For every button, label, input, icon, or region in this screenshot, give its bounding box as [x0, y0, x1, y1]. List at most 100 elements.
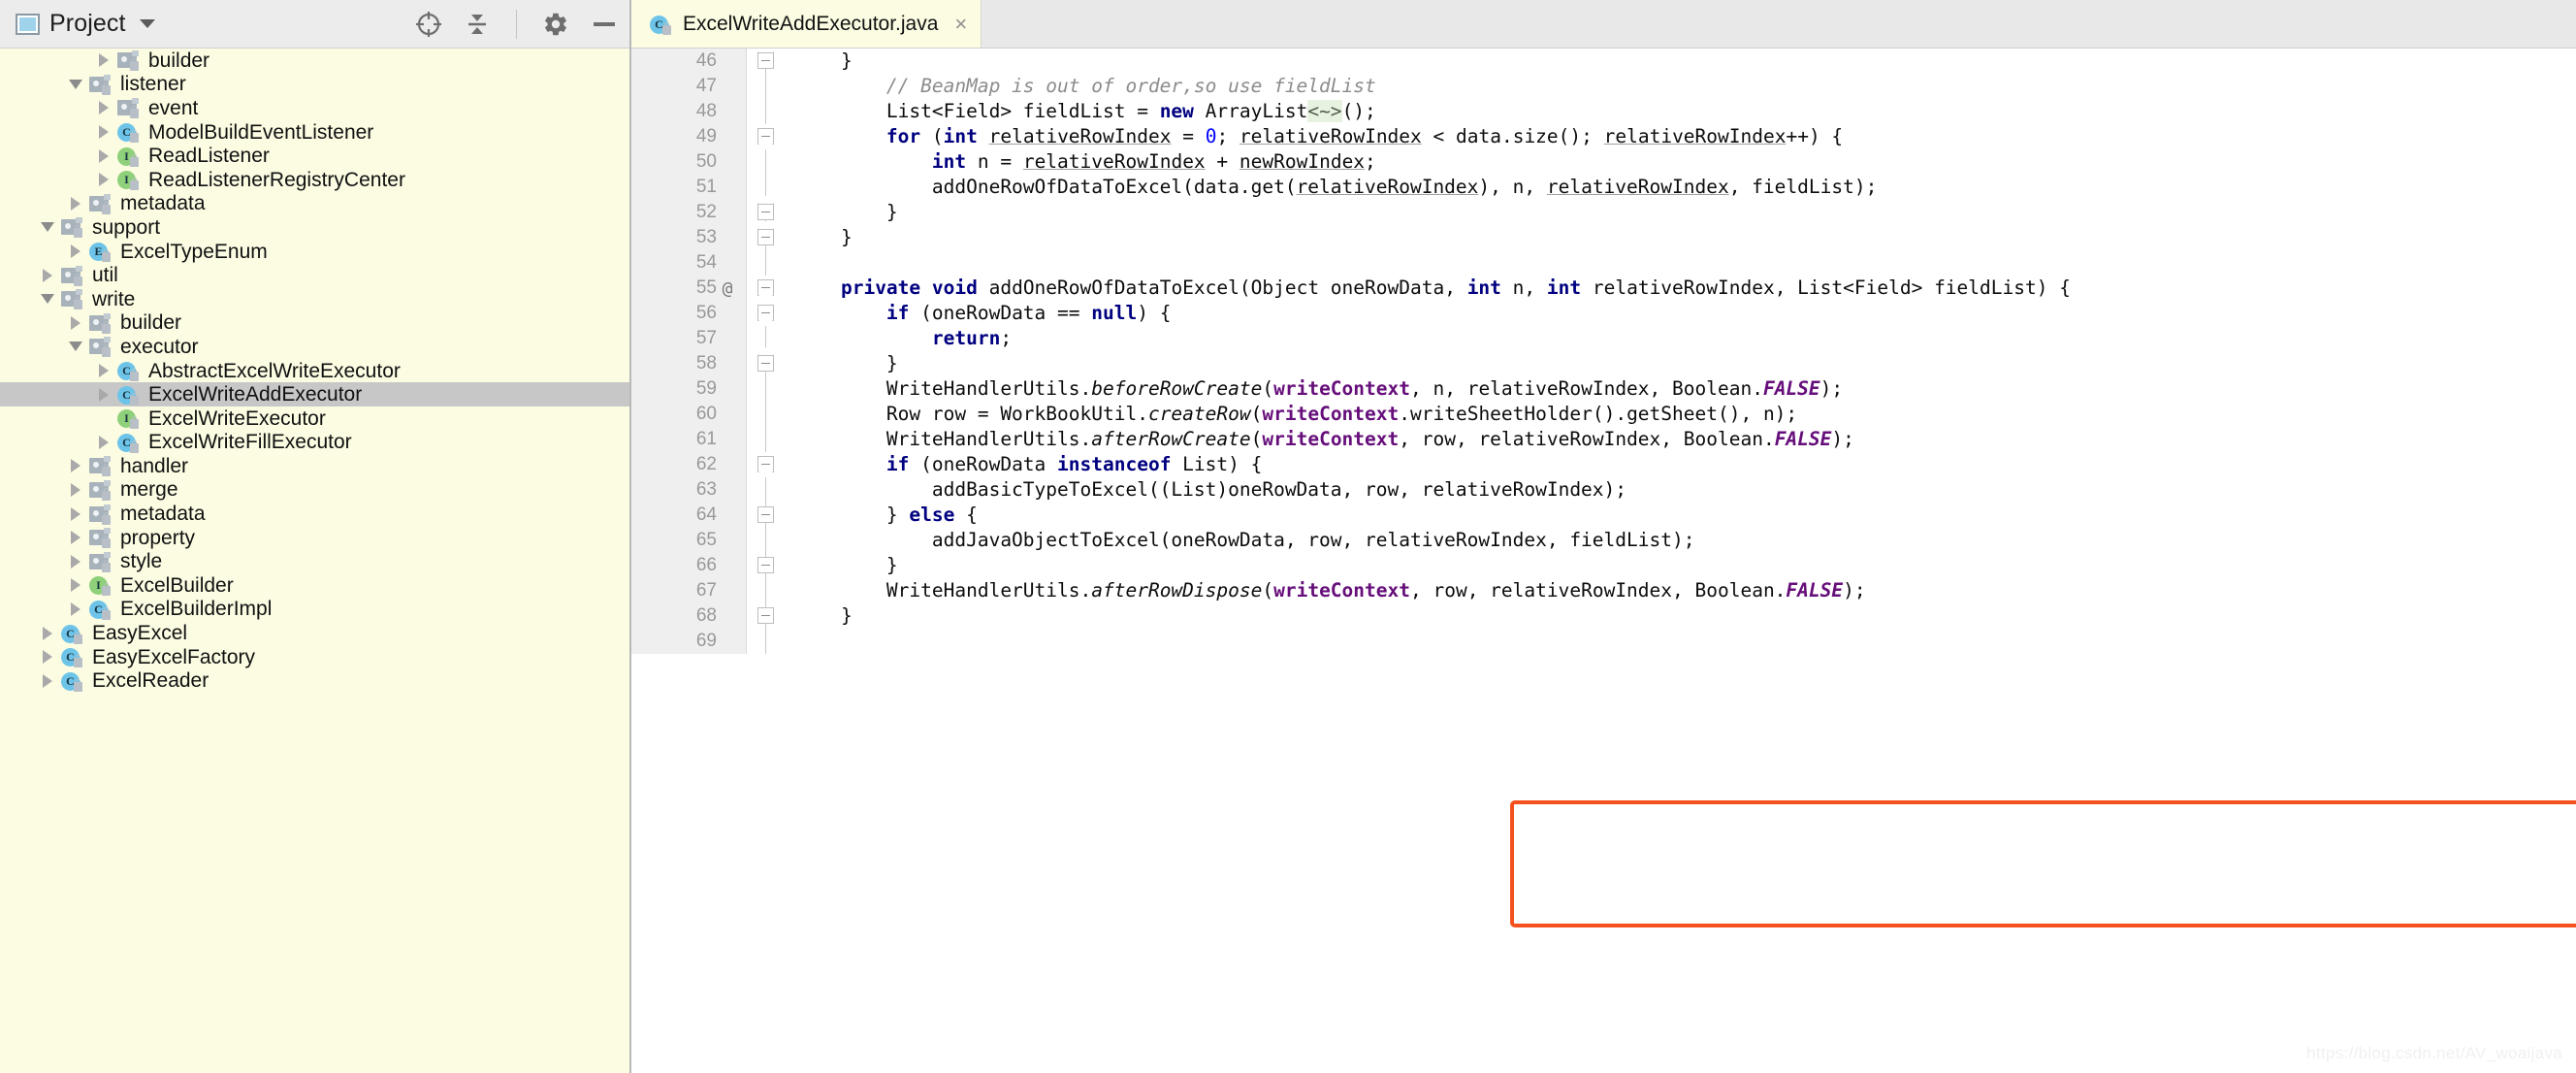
line-gutter[interactable]: 59 — [631, 376, 746, 402]
tree-item-abstractexcelwriteexecutor[interactable]: C AbstractExcelWriteExecutor — [0, 359, 629, 383]
tree-item-easyexcelfactory[interactable]: C EasyExcelFactory — [0, 645, 629, 669]
code-text[interactable]: addJavaObjectToExcel(oneRowData, row, re… — [786, 528, 2576, 553]
code-text[interactable] — [786, 629, 2576, 654]
fold-column[interactable] — [746, 301, 786, 326]
tree-item-modelbuildeventlistener[interactable]: C ModelBuildEventListener — [0, 120, 629, 145]
chevron-down-icon[interactable] — [139, 19, 155, 28]
fold-column[interactable] — [746, 528, 786, 553]
code-text[interactable]: int n = relativeRowIndex + newRowIndex; — [786, 149, 2576, 175]
code-text[interactable]: WriteHandlerUtils.afterRowDispose(writeC… — [786, 578, 2576, 603]
code-text[interactable]: WriteHandlerUtils.beforeRowCreate(writeC… — [786, 376, 2576, 402]
chevron-right-icon[interactable] — [35, 669, 60, 693]
tree-item-metadata[interactable]: metadata — [0, 502, 629, 526]
locate-crosshair-icon[interactable] — [415, 11, 442, 38]
tree-item-excelbuilder[interactable]: I ExcelBuilder — [0, 573, 629, 598]
fold-column[interactable] — [746, 351, 786, 376]
line-gutter[interactable]: 64 — [631, 503, 746, 528]
editor-tab-active[interactable]: C ExcelWriteAddExecutor.java × — [631, 0, 982, 48]
chevron-right-icon[interactable] — [63, 598, 88, 621]
code-text[interactable]: } — [786, 603, 2576, 629]
code-text[interactable]: List<Field> fieldList = new ArrayList<~>… — [786, 99, 2576, 124]
tree-item-builder[interactable]: builder — [0, 311, 629, 336]
tree-item-write[interactable]: write — [0, 287, 629, 311]
line-gutter[interactable]: 61 — [631, 427, 746, 452]
chevron-down-icon[interactable] — [63, 73, 88, 96]
tree-item-event[interactable]: event — [0, 96, 629, 120]
code-text[interactable]: for (int relativeRowIndex = 0; relativeR… — [786, 124, 2576, 149]
project-title-group[interactable]: Project — [16, 10, 155, 38]
tree-item-executor[interactable]: executor — [0, 335, 629, 359]
chevron-right-icon[interactable] — [63, 311, 88, 335]
tree-item-easyexcel[interactable]: C EasyExcel — [0, 621, 629, 645]
chevron-right-icon[interactable] — [35, 622, 60, 645]
code-text[interactable]: } — [786, 351, 2576, 376]
chevron-right-icon[interactable] — [91, 96, 116, 119]
chevron-right-icon[interactable] — [91, 383, 116, 406]
fold-column[interactable] — [746, 276, 786, 301]
chevron-down-icon[interactable] — [63, 335, 88, 358]
code-text[interactable]: return; — [786, 326, 2576, 351]
fold-column[interactable] — [746, 427, 786, 452]
fold-column[interactable] — [746, 49, 786, 74]
chevron-right-icon[interactable] — [63, 478, 88, 502]
gear-icon[interactable] — [542, 11, 569, 38]
line-gutter[interactable]: 57 — [631, 326, 746, 351]
line-gutter[interactable]: 49 — [631, 124, 746, 149]
code-text[interactable] — [786, 250, 2576, 276]
line-gutter[interactable]: 60 — [631, 402, 746, 427]
collapse-all-icon[interactable] — [464, 11, 491, 38]
fold-column[interactable] — [746, 250, 786, 276]
chevron-right-icon[interactable] — [91, 168, 116, 191]
code-text[interactable]: if (oneRowData instanceof List) { — [786, 452, 2576, 477]
code-text[interactable]: if (oneRowData == null) { — [786, 301, 2576, 326]
fold-collapse-icon[interactable] — [757, 355, 774, 372]
line-gutter[interactable]: 56 — [631, 301, 746, 326]
tree-item-property[interactable]: property — [0, 526, 629, 550]
line-gutter[interactable]: 47 — [631, 74, 746, 99]
fold-column[interactable] — [746, 553, 786, 578]
fold-column[interactable] — [746, 629, 786, 654]
line-gutter[interactable]: 46 — [631, 49, 746, 74]
line-gutter[interactable]: 66 — [631, 553, 746, 578]
code-text[interactable]: } — [786, 553, 2576, 578]
tree-item-excelwriteaddexecutor[interactable]: C ExcelWriteAddExecutor — [0, 382, 629, 406]
tree-item-exceltypeenum[interactable]: E ExcelTypeEnum — [0, 240, 629, 264]
code-text[interactable]: // BeanMap is out of order,so use fieldL… — [786, 74, 2576, 99]
tree-item-merge[interactable]: merge — [0, 478, 629, 503]
tree-item-excelbuilderimpl[interactable]: C ExcelBuilderImpl — [0, 598, 629, 622]
tree-item-builder[interactable]: builder — [0, 49, 629, 73]
tree-item-excelwritefillexecutor[interactable]: C ExcelWriteFillExecutor — [0, 431, 629, 455]
fold-column[interactable] — [746, 603, 786, 629]
line-gutter[interactable]: 68 — [631, 603, 746, 629]
code-text[interactable]: } else { — [786, 503, 2576, 528]
fold-column[interactable] — [746, 578, 786, 603]
line-gutter[interactable]: 53 — [631, 225, 746, 250]
line-gutter[interactable]: 54 — [631, 250, 746, 276]
chevron-right-icon[interactable] — [63, 503, 88, 526]
tree-item-listener[interactable]: listener — [0, 73, 629, 97]
tree-item-readlistener[interactable]: I ReadListener — [0, 144, 629, 168]
tree-item-excelreader[interactable]: C ExcelReader — [0, 668, 629, 693]
fold-column[interactable] — [746, 74, 786, 99]
chevron-right-icon[interactable] — [63, 454, 88, 477]
chevron-right-icon[interactable] — [63, 550, 88, 573]
chevron-right-icon[interactable] — [63, 526, 88, 549]
code-text[interactable]: } — [786, 49, 2576, 74]
fold-collapse-icon[interactable] — [757, 279, 774, 296]
code-text[interactable]: addOneRowOfDataToExcel(data.get(relative… — [786, 175, 2576, 200]
chevron-right-icon[interactable] — [91, 120, 116, 144]
fold-collapse-icon[interactable] — [757, 229, 774, 245]
fold-collapse-icon[interactable] — [757, 305, 774, 321]
fold-column[interactable] — [746, 452, 786, 477]
fold-column[interactable] — [746, 225, 786, 250]
fold-column[interactable] — [746, 503, 786, 528]
chevron-down-icon[interactable] — [35, 215, 60, 239]
line-gutter[interactable]: 48 — [631, 99, 746, 124]
chevron-right-icon[interactable] — [91, 431, 116, 454]
fold-collapse-icon[interactable] — [757, 506, 774, 523]
fold-column[interactable] — [746, 149, 786, 175]
line-gutter[interactable]: 62 — [631, 452, 746, 477]
tree-item-support[interactable]: support — [0, 215, 629, 240]
fold-column[interactable] — [746, 477, 786, 503]
fold-collapse-icon[interactable] — [757, 607, 774, 624]
